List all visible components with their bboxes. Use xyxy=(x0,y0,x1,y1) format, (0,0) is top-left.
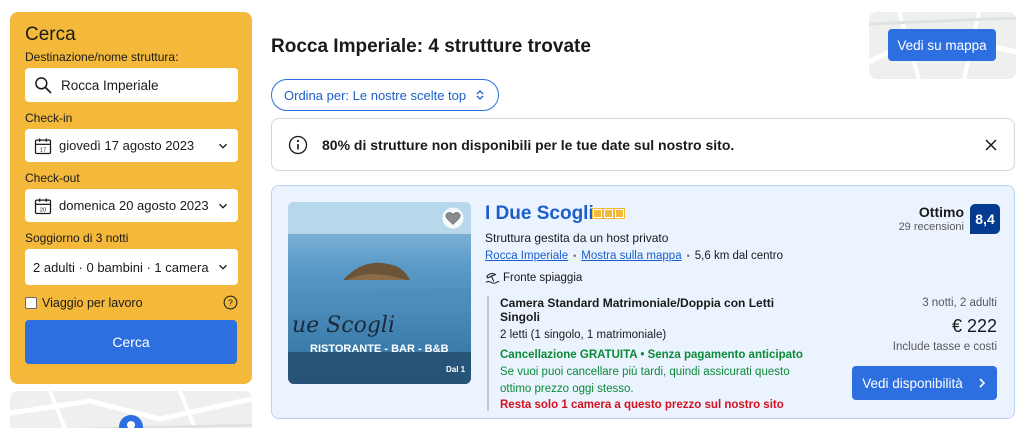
guests-field[interactable]: 2 adulti · 0 bambini · 1 camera xyxy=(25,249,238,285)
see-availability-button[interactable]: Vedi disponibilità xyxy=(852,366,997,400)
show-map-link[interactable]: Mostra sulla mappa xyxy=(581,250,681,262)
work-travel-label[interactable]: Viaggio per lavoro xyxy=(42,296,223,310)
show-on-map-button[interactable]: Vedi su mappa xyxy=(888,29,996,61)
guests-value: 2 adulti · 0 bambini · 1 camera xyxy=(33,259,209,275)
checkin-field[interactable]: 17 giovedì 17 agosto 2023 xyxy=(25,129,238,162)
map-thumbnail[interactable] xyxy=(10,391,252,428)
review-score-badge[interactable]: 8,4 xyxy=(970,204,1000,234)
property-photo-image: ue Scogli RISTORANTE - BAR - B&B Dal 1 xyxy=(288,202,471,384)
help-icon[interactable]: ? xyxy=(223,295,238,310)
star-icon xyxy=(603,208,614,219)
property-name[interactable]: I Due Scogli xyxy=(485,203,594,225)
checkin-value: giovedì 17 agosto 2023 xyxy=(59,138,195,153)
search-icon xyxy=(35,77,52,94)
search-button[interactable]: Cerca xyxy=(25,320,237,364)
calendar-icon: 20 xyxy=(34,198,52,214)
see-availability-label: Vedi disponibilità xyxy=(862,375,963,391)
destination-value: Rocca Imperiale xyxy=(61,77,159,93)
photo-sign-corner: Dal 1 xyxy=(446,365,466,374)
rating-word: Ottimo xyxy=(918,204,964,220)
property-card[interactable]: ue Scogli RISTORANTE - BAR - B&B Dal 1 I… xyxy=(271,185,1015,419)
sort-chevrons-icon xyxy=(476,90,484,100)
checkin-calendar-day: 17 xyxy=(40,147,46,153)
property-photo[interactable]: ue Scogli RISTORANTE - BAR - B&B Dal 1 xyxy=(288,202,471,384)
room-details: Camera Standard Matrimoniale/Doppia con … xyxy=(487,296,807,411)
chevron-right-icon xyxy=(979,378,985,388)
checkout-label: Check-out xyxy=(25,171,80,185)
free-cancellation: Cancellazione GRATUITA • Senza pagamento… xyxy=(500,349,803,361)
separator-dot: • xyxy=(573,251,577,261)
checkout-value: domenica 20 agosto 2023 xyxy=(59,198,209,213)
close-icon[interactable] xyxy=(984,138,998,152)
cancellation-note: Se vuoi puoi cancellare più tardi, quind… xyxy=(500,366,790,395)
calendar-icon: 17 xyxy=(34,138,52,154)
photo-sign-text: ue Scogli xyxy=(292,313,395,338)
checkout-field[interactable]: 20 domenica 20 agosto 2023 xyxy=(25,189,238,222)
sort-dropdown[interactable]: Ordina per: Le nostre scelte top xyxy=(271,79,500,111)
alert-message: 80% di strutture non disponibili per le … xyxy=(322,136,735,153)
map-background xyxy=(10,391,252,428)
stay-summary: 3 notti, 2 adulti xyxy=(922,297,997,309)
sort-label: Ordina per: Le nostre scelte top xyxy=(284,87,467,103)
checkin-label: Check-in xyxy=(25,111,73,125)
location-link[interactable]: Rocca Imperiale xyxy=(485,250,568,262)
info-icon xyxy=(288,135,308,154)
destination-field[interactable]: Rocca Imperiale xyxy=(25,68,238,102)
host-type: Struttura gestita da un host privato xyxy=(485,231,669,245)
search-results-page: Cerca Destinazione/nome struttura: Rocca… xyxy=(0,0,1024,428)
bed-info: 2 letti (1 singolo, 1 matrimoniale) xyxy=(500,329,667,341)
distance-text: 5,6 km dal centro xyxy=(694,250,783,262)
work-travel-row: Viaggio per lavoro ? xyxy=(25,295,238,310)
taxes-note: Include tasse e costi xyxy=(892,341,997,353)
star-rating xyxy=(592,208,625,219)
chevron-down-icon xyxy=(219,264,227,270)
room-name: Camera Standard Matrimoniale/Doppia con … xyxy=(500,296,775,324)
search-title: Cerca xyxy=(25,24,76,45)
chevron-down-icon xyxy=(219,143,227,149)
page-title: Rocca Imperiale: 4 strutture trovate xyxy=(271,36,591,57)
separator-dot: • xyxy=(686,251,690,261)
location-row: Rocca Imperiale • Mostra sulla mappa • 5… xyxy=(485,250,783,262)
svg-text:?: ? xyxy=(228,298,233,308)
star-icon xyxy=(592,208,603,219)
photo-sign-subtext: RISTORANTE - BAR - B&B xyxy=(310,343,449,355)
work-travel-checkbox[interactable] xyxy=(25,296,37,309)
beach-icon xyxy=(485,273,499,284)
beachfront-label: Fronte spiaggia xyxy=(503,272,583,284)
scarcity-message: Resta solo 1 camera a questo prezzo sul … xyxy=(500,399,784,411)
stay-length-label: Soggiorno di 3 notti xyxy=(25,231,129,245)
heart-icon[interactable] xyxy=(442,207,464,229)
review-count[interactable]: 29 recensioni xyxy=(884,221,964,233)
beachfront-row: Fronte spiaggia xyxy=(485,271,582,285)
star-icon xyxy=(614,208,625,219)
checkout-calendar-day: 20 xyxy=(40,207,47,213)
destination-label: Destinazione/nome struttura: xyxy=(25,50,179,64)
chevron-down-icon xyxy=(219,203,227,209)
price: € 222 xyxy=(951,316,997,336)
availability-alert: 80% di strutture non disponibili per le … xyxy=(271,118,1015,171)
search-panel: Cerca Destinazione/nome struttura: Rocca… xyxy=(10,12,252,384)
